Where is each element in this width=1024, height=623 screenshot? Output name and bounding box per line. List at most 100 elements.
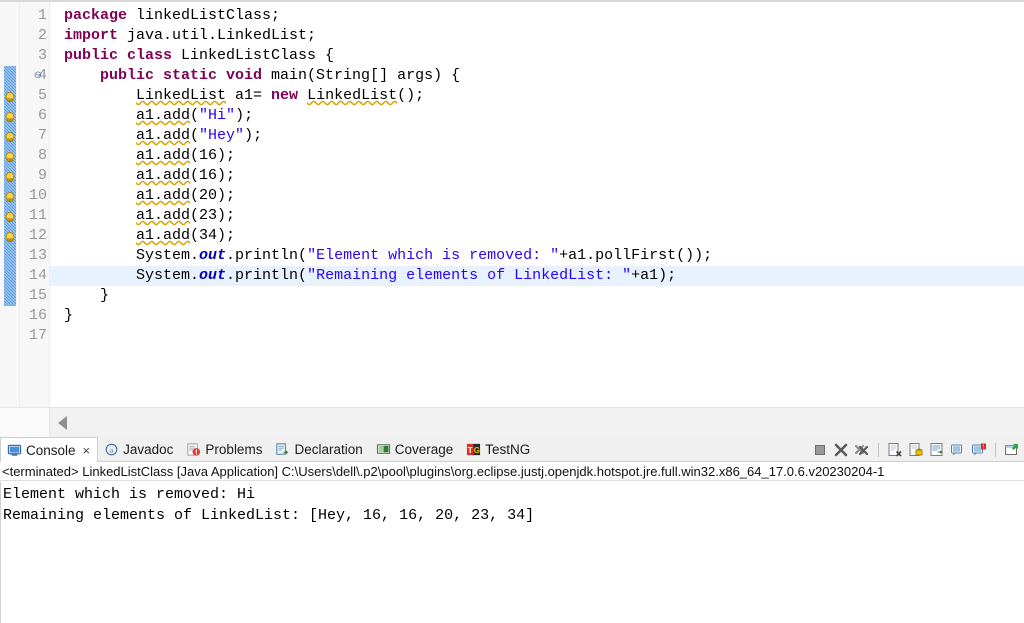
tab-label: Problems [205, 441, 263, 457]
remove-launch-icon[interactable] [833, 442, 849, 458]
code-token: main(String[] args) { [271, 67, 461, 84]
code-line[interactable]: a1.add("Hey"); [50, 126, 1024, 146]
scroll-lock-icon[interactable] [908, 442, 924, 458]
code-token: a1.add [136, 147, 191, 164]
code-line[interactable]: a1.add(23); [50, 206, 1024, 226]
line-number: 7 [37, 127, 47, 144]
code-token: public class [64, 47, 182, 64]
tab-console[interactable]: Console × [0, 437, 99, 462]
code-token: LinkedList [307, 87, 398, 104]
warning-marker-icon[interactable] [2, 108, 18, 124]
tab-testng[interactable]: T G TestNG [460, 437, 537, 461]
code-token: (16); [190, 167, 236, 184]
line-number: 12 [28, 227, 47, 244]
code-line[interactable]: } [50, 306, 1024, 326]
code-line[interactable]: } [50, 286, 1024, 306]
code-token: a1= [226, 87, 272, 104]
code-token: } [64, 287, 110, 304]
code-token: a1.add [136, 227, 191, 244]
warning-marker-icon[interactable] [2, 208, 18, 224]
code-token: package [64, 7, 137, 24]
warning-marker-icon[interactable] [2, 128, 18, 144]
code-token: .println( [226, 247, 308, 264]
code-token: "Remaining elements of LinkedList: " [307, 267, 632, 284]
eclipse-ide-window: 1 2 3 4 5 6 7 8 9 10 11 12 13 14 15 16 17 package linked… [0, 0, 1024, 623]
code-token: a1.add [136, 167, 191, 184]
scrollbar-track[interactable] [50, 408, 1024, 437]
code-token: "Element which is removed: " [307, 247, 560, 264]
java-editor[interactable]: 1 2 3 4 5 6 7 8 9 10 11 12 13 14 15 16 17 package linked… [0, 0, 1024, 437]
line-number: 2 [37, 27, 47, 44]
annotation-ruler[interactable] [0, 2, 20, 407]
code-line[interactable]: System.out.println("Element which is rem… [50, 246, 1024, 266]
line-number: 8 [37, 147, 47, 164]
warning-marker-icon[interactable] [2, 88, 18, 104]
code-token: LinkedList [136, 87, 227, 104]
close-icon[interactable]: × [83, 444, 91, 457]
warning-marker-icon[interactable] [2, 168, 18, 184]
console-toolbar[interactable]: ! [812, 437, 1020, 462]
code-token: new [271, 87, 308, 104]
code-line[interactable]: LinkedList a1= new LinkedList(); [50, 86, 1024, 106]
code-token: LinkedListClass { [181, 47, 335, 64]
code-token: +a1.pollFirst()); [559, 247, 713, 264]
line-number: 17 [28, 327, 47, 344]
code-line[interactable]: a1.add(16); [50, 146, 1024, 166]
tab-coverage[interactable]: Coverage [370, 437, 461, 461]
toolbar-separator [878, 442, 879, 457]
console-tab-bar[interactable]: ! Console × a Javadoc Problems Declaration Cov… [0, 437, 1024, 462]
line-number: 10 [28, 187, 47, 204]
code-line[interactable]: import java.util.LinkedList; [50, 26, 1024, 46]
scroll-left-arrow-icon[interactable] [58, 415, 67, 430]
line-number: 13 [28, 247, 47, 264]
show-console-on-output-icon[interactable] [950, 442, 966, 458]
code-text-area[interactable]: package linkedListClass; import java.util… [50, 2, 1024, 407]
line-number: 16 [28, 307, 47, 324]
line-number: 15 [28, 287, 47, 304]
open-console-icon[interactable] [1004, 442, 1020, 458]
code-token: a1.add [136, 107, 191, 124]
warning-marker-icon[interactable] [2, 148, 18, 164]
code-token: a1.add [136, 127, 191, 144]
code-line[interactable]: a1.add(20); [50, 186, 1024, 206]
code-line[interactable] [50, 326, 1024, 346]
code-line[interactable]: public static void main(String[] args) { [50, 66, 1024, 86]
code-line[interactable]: System.out.println("Remaining elements o… [50, 266, 1024, 286]
remove-all-terminated-icon[interactable] [854, 442, 870, 458]
tab-label: Javadoc [123, 441, 174, 457]
show-console-on-error-icon[interactable]: ! [971, 442, 987, 458]
code-line[interactable]: public class LinkedListClass { [50, 46, 1024, 66]
line-number: 11 [28, 207, 47, 224]
editor-horizontal-scrollbar[interactable] [0, 407, 1024, 437]
code-token: +a1); [631, 267, 677, 284]
tab-javadoc[interactable]: a Javadoc [98, 437, 180, 461]
editor-body[interactable]: 1 2 3 4 5 6 7 8 9 10 11 12 13 14 15 16 17 package linked… [0, 2, 1024, 407]
clear-console-icon[interactable] [887, 442, 903, 458]
console-output[interactable]: Element which is removed: Hi Remaining el… [0, 482, 1024, 623]
fold-collapse-icon[interactable]: ⊖ [32, 66, 44, 86]
line-number: 3 [37, 47, 47, 64]
code-token: System. [64, 247, 200, 264]
warning-marker-icon[interactable] [2, 188, 18, 204]
terminate-icon[interactable] [812, 442, 828, 458]
tab-declaration[interactable]: Declaration [269, 437, 369, 461]
tab-label: TestNG [485, 441, 531, 457]
testng-icon: TG [466, 442, 481, 457]
warning-marker-icon[interactable] [2, 228, 18, 244]
code-token: public static void [100, 67, 272, 84]
code-line[interactable]: a1.add(16); [50, 166, 1024, 186]
code-line[interactable]: package linkedListClass; [50, 6, 1024, 26]
tab-problems[interactable]: Problems [180, 437, 269, 461]
console-process-label: <terminated> LinkedListClass [Java Appli… [0, 462, 1024, 481]
code-token: "Hey" [199, 127, 245, 144]
code-line[interactable]: a1.add(34); [50, 226, 1024, 246]
problems-icon [186, 442, 201, 457]
code-line[interactable]: a1.add("Hi"); [50, 106, 1024, 126]
word-wrap-icon[interactable] [929, 442, 945, 458]
